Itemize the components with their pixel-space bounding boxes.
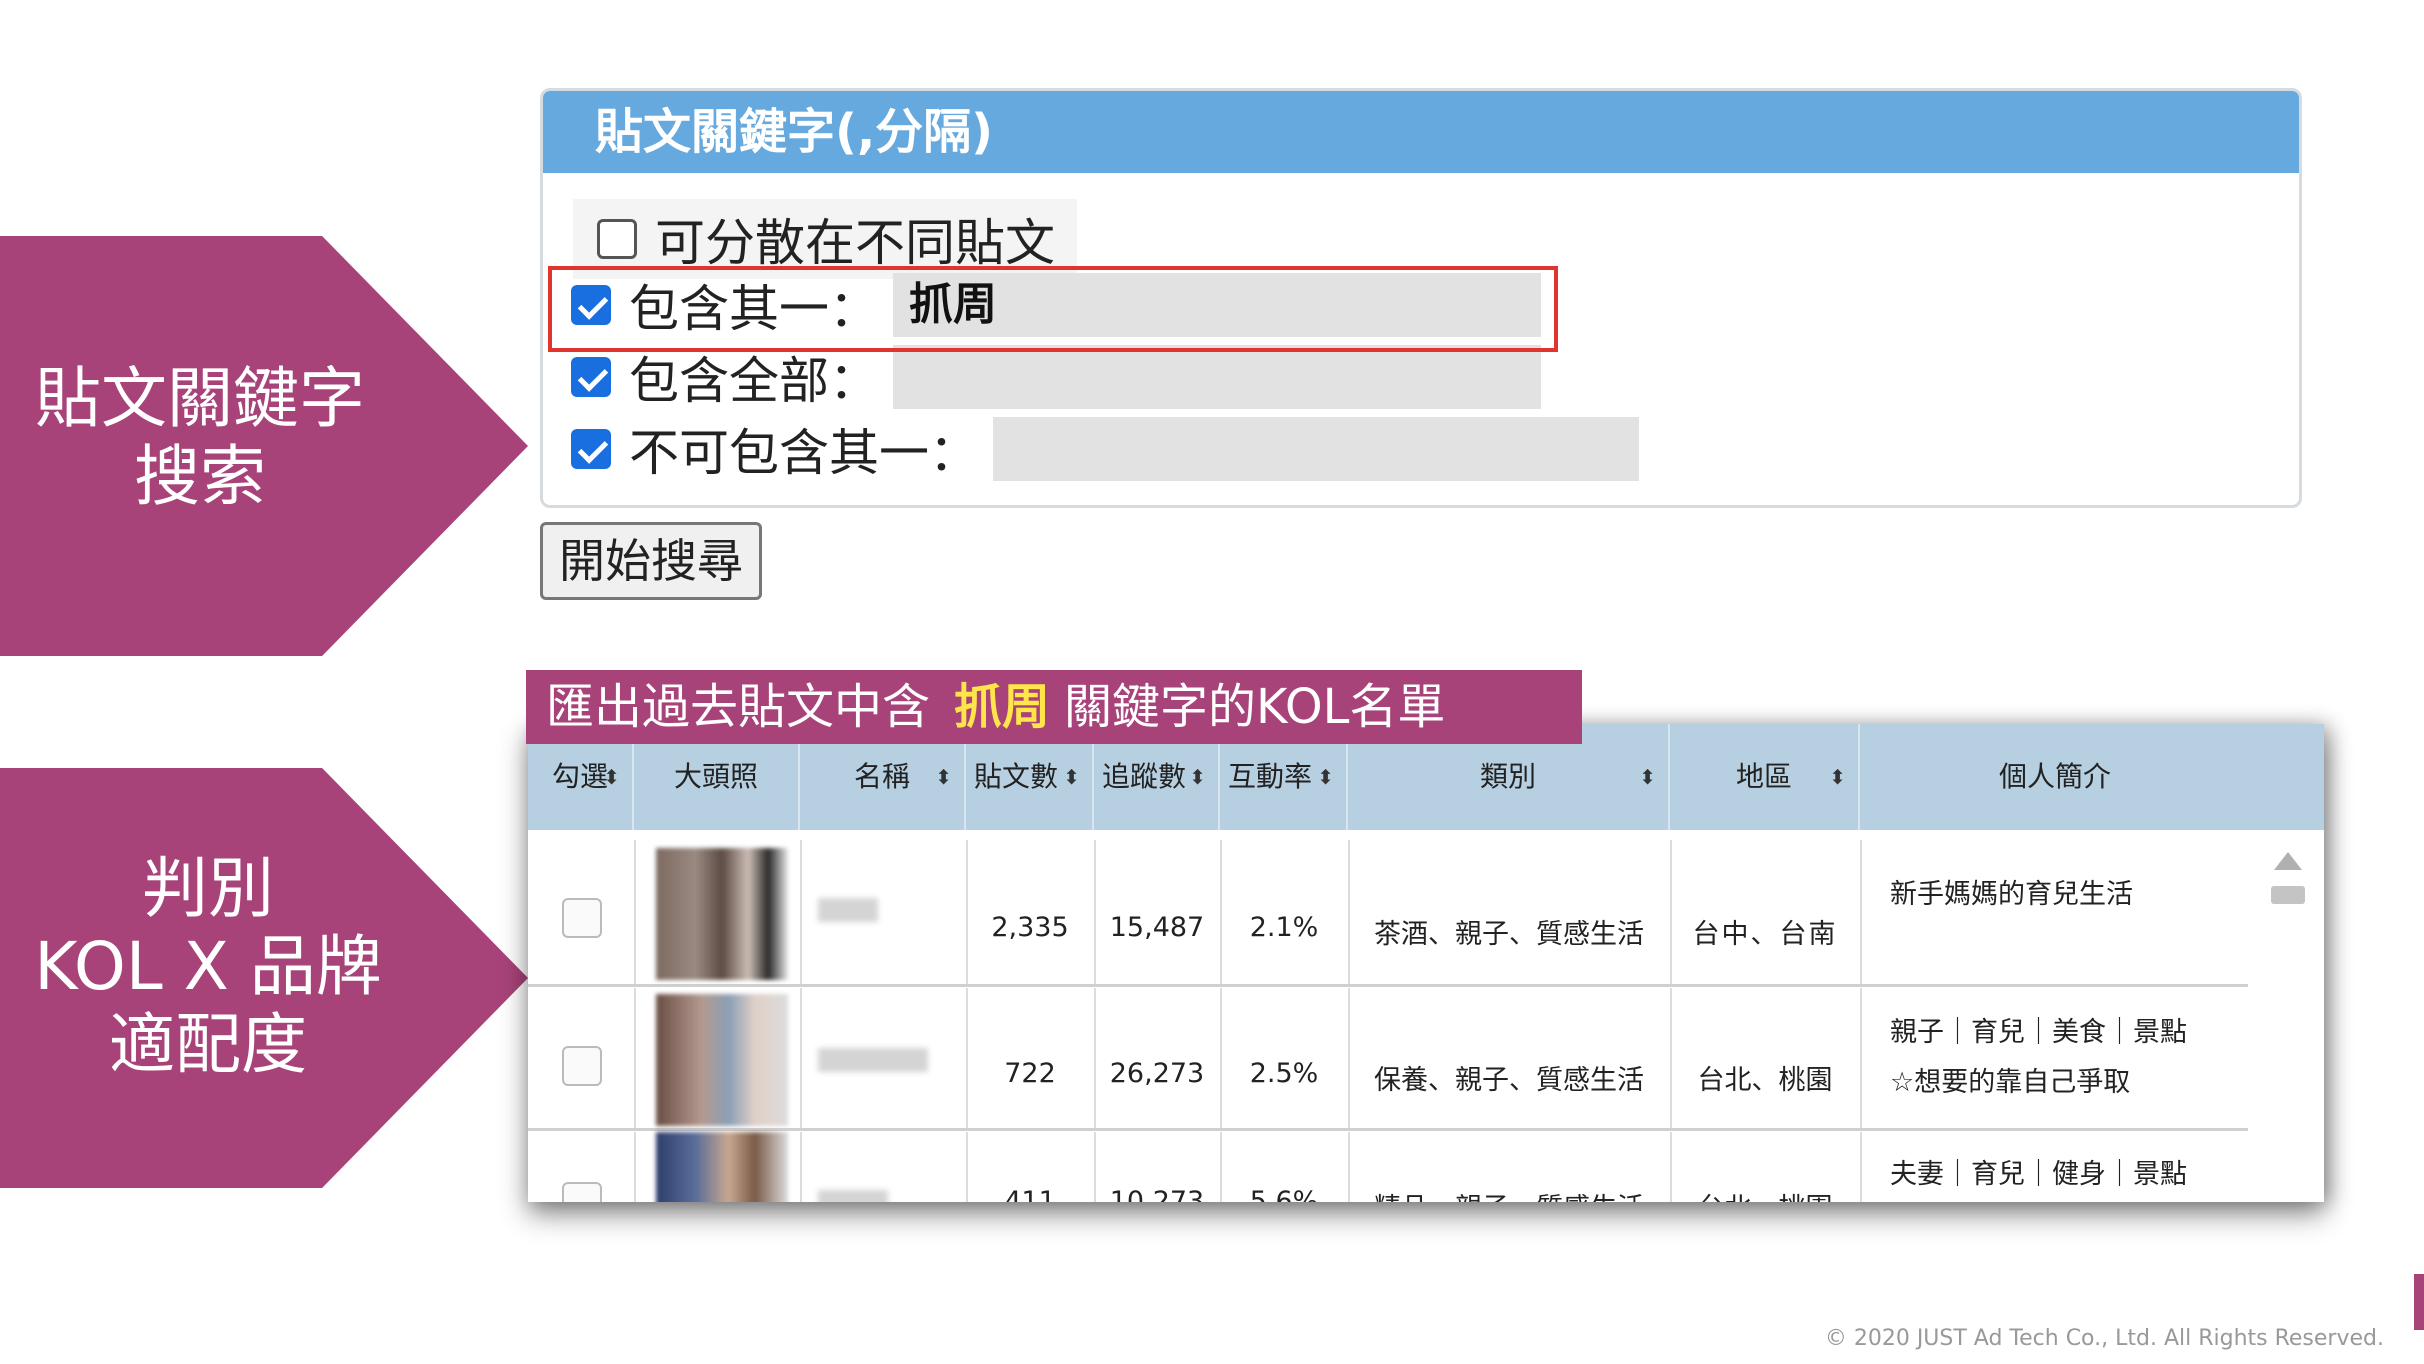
row-checkbox[interactable] [562,898,602,938]
include-all-input[interactable] [893,345,1541,409]
cell-posts: 722 [1004,1058,1056,1089]
column-label: 追蹤數 [1102,760,1187,793]
cell-posts: 2,335 [991,912,1069,943]
banner-keyword: 抓周 [954,679,1051,735]
cell-engagement: 2.5% [1249,1058,1319,1089]
row-checkbox[interactable] [562,1182,602,1202]
checkbox-include-all[interactable] [571,357,611,397]
panel-header: 貼文關鍵字(,分隔) [543,91,2299,173]
avatar[interactable] [656,1132,788,1202]
cell-category: 精品、親子、質感生活 [1348,1186,1670,1202]
arrow-label-brand-fit: 判別 KOL X 品牌 適配度 [0,768,528,1188]
banner-suffix: 關鍵字的KOL名單 [1064,679,1446,735]
cell-bio: 夫妻｜育兒｜健身｜景點 [1890,1159,2187,1190]
column-header-bio: 個人簡介 [1860,724,2250,830]
copyright-text: © 2020 JUST Ad Tech Co., Ltd. All Rights… [1824,1326,2384,1351]
arrow-label-text: 貼文關鍵字 搜索 [35,360,365,515]
cell-bio: 新手媽媽的育兒生活 [1890,879,2133,910]
column-label: 名稱 [853,760,910,793]
column-header-region[interactable]: 地區 ⬍ [1670,724,1860,830]
checkbox-spread-posts[interactable] [597,219,637,259]
column-label: 勾選 [551,760,608,793]
avatar[interactable] [656,994,788,1126]
table-row[interactable]: 722 26,273 2.5% 保養、親子、質感生活 台北、桃園 親子｜育兒｜美… [528,988,2248,1131]
name-blurred[interactable] [818,898,878,922]
name-blurred[interactable] [818,1190,888,1202]
name-blurred[interactable] [818,1048,928,1072]
scroll-up-icon[interactable] [2274,852,2302,870]
cell-region: 台北、桃園 [1697,1065,1833,1096]
option-label: 不可包含其一： [629,424,979,482]
cell-region: 台北、桃園 [1670,1186,1860,1202]
highlight-box [548,266,1558,352]
row-checkbox[interactable] [562,1046,602,1086]
cell-followers: 10,273 [1109,1186,1205,1202]
arrow-label-text: 判別 KOL X 品牌 適配度 [34,850,382,1083]
edge-accent [2414,1274,2424,1330]
exclude-any-input[interactable] [993,417,1639,481]
results-table: 勾選 ⬍ 大頭照 名稱 ⬍ 貼文數 ⬍ 追蹤數 ⬍ 互動率 ⬍ 類別 ⬍ 地區 ⬍ 個人簡介 … [528,724,2324,1202]
checkbox-exclude-any[interactable] [571,429,611,469]
scroll-thumb[interactable] [2271,886,2305,904]
cell-bio: 親子｜育兒｜美食｜景點 [1890,1017,2187,1048]
column-label: 貼文數 [974,760,1059,793]
cell-bio-line2: ☆想要的靠自己爭取 [1890,1067,2131,1098]
cell-followers: 15,487 [1109,912,1205,943]
cell-region: 台中、台南 [1692,919,1838,950]
column-label: 大頭照 [673,760,758,793]
column-label: 互動率 [1228,760,1313,793]
sort-icon[interactable]: ⬍ [1829,724,1846,830]
column-label: 地區 [1735,760,1792,793]
column-label: 個人簡介 [1998,760,2111,793]
cell-category: 保養、親子、質感生活 [1374,1065,1644,1096]
cell-engagement: 5.6% [1249,1186,1319,1202]
arrow-label-keyword-search: 貼文關鍵字 搜索 [0,236,528,656]
banner-prefix: 匯出過去貼文中含 [546,679,931,735]
cell-followers: 26,273 [1109,1058,1205,1089]
cell-posts: 411 [1004,1186,1056,1202]
export-banner: 匯出過去貼文中含 抓周 關鍵字的KOL名單 [526,670,1582,744]
option-label: 可分散在不同貼文 [655,214,1055,272]
sort-icon[interactable]: ⬍ [1639,724,1656,830]
table-row[interactable]: 2,335 15,487 2.1% 茶酒、親子、質感生活 台中、台南 新手媽媽的… [528,840,2248,987]
avatar[interactable] [656,848,788,980]
cell-category: 茶酒、親子、質感生活 [1374,919,1644,950]
table-scrollbar[interactable] [2270,844,2306,1194]
option-exclude-any: 不可包含其一： [571,413,1639,485]
search-button[interactable]: 開始搜尋 [540,522,762,600]
column-label: 類別 [1479,760,1536,793]
cell-engagement: 2.1% [1249,912,1319,943]
table-row[interactable]: 411 10,273 5.6% 精品、親子、質感生活 台北、桃園 夫妻｜育兒｜健… [528,1132,2248,1202]
